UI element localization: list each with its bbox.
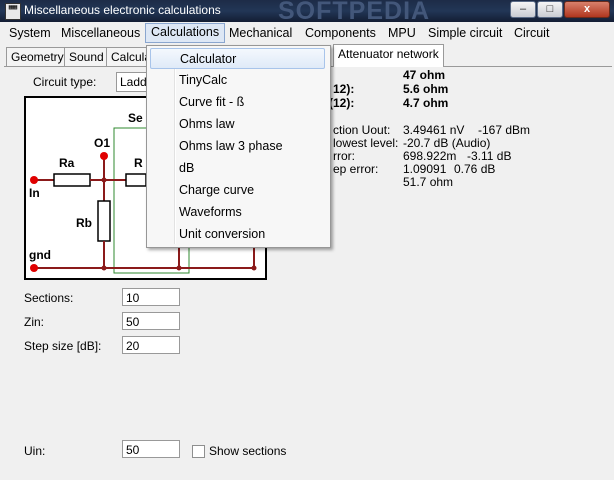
gnd-label: gnd: [29, 248, 51, 262]
calculations-dropdown: Calculator TinyCalc Curve fit - ß Ohms l…: [146, 45, 331, 248]
result-value: 1.09091: [403, 162, 447, 176]
result-label: 12):: [333, 82, 355, 96]
gnd-terminal: [30, 264, 38, 272]
menu-item-db[interactable]: dB: [150, 158, 325, 179]
menu-item-ohms-law[interactable]: Ohms law: [150, 114, 325, 135]
o1-label: O1: [94, 136, 111, 150]
rb-label: Rb: [76, 216, 92, 230]
o1-terminal: [100, 152, 108, 160]
result-value: 51.7 ohm: [403, 175, 454, 189]
menu-system[interactable]: System: [4, 24, 56, 42]
minimize-button[interactable]: –: [510, 1, 536, 18]
menu-item-waveforms[interactable]: Waveforms: [150, 202, 325, 223]
uin-label: Uin:: [24, 444, 46, 458]
window-title: Miscellaneous electronic calculations: [24, 3, 221, 17]
uin-input[interactable]: 50: [122, 440, 180, 458]
result-label: ction Uout:: [333, 123, 391, 137]
result-value-db: 0.76 dB: [454, 162, 496, 176]
section-label: Se: [128, 111, 143, 125]
close-button[interactable]: x: [564, 1, 610, 18]
resistor-rb: [97, 200, 111, 242]
menu-mpu[interactable]: MPU: [383, 24, 421, 42]
tab-attenuator-network[interactable]: Attenuator network: [333, 44, 444, 67]
result-value-db: -3.11 dB: [467, 149, 512, 163]
menu-item-unit-conversion[interactable]: Unit conversion: [150, 224, 325, 245]
resistor-ra: [53, 173, 91, 187]
menu-simple-circuit[interactable]: Simple circuit: [423, 24, 507, 42]
menu-calculations[interactable]: Calculations: [145, 23, 226, 43]
result-label: ep error:: [333, 162, 379, 176]
result-value: 5.6 ohm: [403, 82, 449, 96]
zin-label: Zin:: [24, 315, 45, 329]
menu-circuit[interactable]: Circuit: [509, 24, 554, 42]
menu-mechanical[interactable]: Mechanical: [224, 24, 297, 42]
menu-components[interactable]: Components: [300, 24, 381, 42]
menu-item-tinycalc[interactable]: TinyCalc: [150, 70, 325, 91]
r-label: R: [134, 156, 143, 170]
sections-label: Sections:: [24, 291, 74, 305]
result-value-db: -167 dBm: [478, 123, 531, 137]
result-value: 4.7 ohm: [403, 96, 449, 110]
result-value: 698.922m: [403, 149, 457, 163]
show-sections-label: Show sections: [209, 444, 287, 458]
sections-input[interactable]: 10: [122, 288, 180, 306]
in-label: In: [29, 186, 40, 200]
result-label: (12):: [329, 96, 355, 110]
result-label: lowest level:: [333, 136, 399, 150]
resistor-r: [125, 173, 147, 187]
result-value: 3.49461 nV: [403, 123, 465, 137]
result-label: rror:: [333, 149, 355, 163]
step-size-input[interactable]: 20: [122, 336, 180, 354]
in-terminal: [30, 176, 38, 184]
circuit-type-select[interactable]: Ladd: [116, 72, 148, 92]
menu-item-calculator[interactable]: Calculator: [150, 48, 325, 69]
result-value: 47 ohm: [403, 68, 446, 82]
show-sections-checkbox[interactable]: [192, 445, 205, 458]
step-size-label: Step size [dB]:: [24, 339, 102, 353]
zin-input[interactable]: 50: [122, 312, 180, 330]
tab-sound[interactable]: Sound: [64, 47, 109, 68]
menu-item-ohms-law-3-phase[interactable]: Ohms law 3 phase: [150, 136, 325, 157]
menu-miscellaneous[interactable]: Miscellaneous: [56, 24, 145, 42]
tab-geometry[interactable]: Geometry: [6, 47, 69, 68]
menu-item-charge-curve[interactable]: Charge curve: [150, 180, 325, 201]
menu-item-curve-fit[interactable]: Curve fit - ß: [150, 92, 325, 113]
ra-label: Ra: [59, 156, 75, 170]
circuit-type-label: Circuit type:: [33, 75, 97, 89]
result-value: -20.7 dB (Audio): [403, 136, 491, 150]
app-icon: ▦▦: [5, 3, 21, 20]
maximize-button[interactable]: □: [537, 1, 563, 18]
menu-bar: System Miscellaneous Calculations Mechan…: [0, 22, 614, 44]
title-bar: ▦▦ Miscellaneous electronic calculations…: [0, 0, 614, 25]
